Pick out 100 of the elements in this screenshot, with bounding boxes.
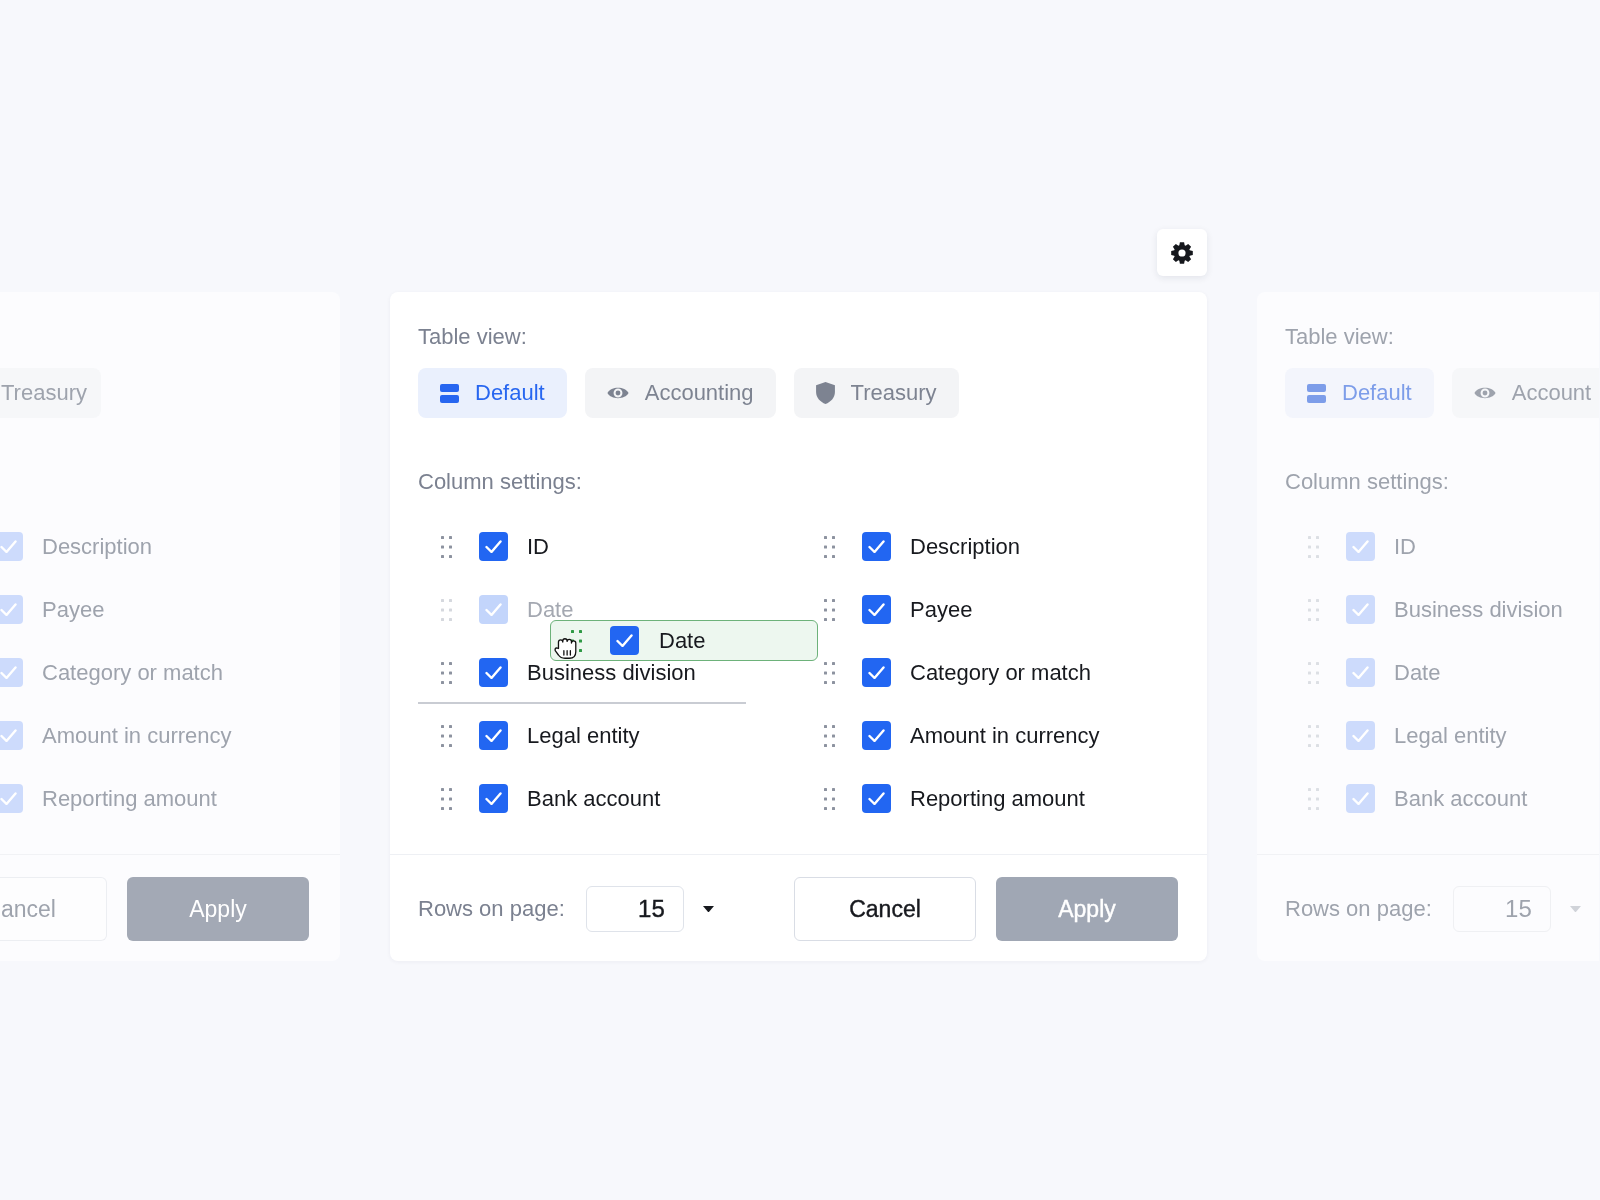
- view-tab[interactable]: Account: [1451, 368, 1599, 418]
- checkmark-icon: [1352, 791, 1369, 806]
- column-label: Reporting amount: [42, 787, 217, 810]
- view-tab[interactable]: Accounting: [584, 368, 776, 418]
- column-checkbox[interactable]: [479, 658, 508, 687]
- checkmark-icon: [868, 602, 885, 617]
- drag-handle-icon[interactable]: [1308, 598, 1319, 621]
- checkmark-icon: [868, 791, 885, 806]
- view-tab[interactable]: Treasury: [0, 368, 101, 418]
- column-label: Bank account: [1394, 787, 1528, 810]
- checkmark-icon: [1352, 602, 1369, 617]
- column-checkbox[interactable]: [0, 721, 23, 750]
- drag-handle-icon[interactable]: [441, 787, 452, 810]
- drag-handle-icon[interactable]: [441, 724, 452, 747]
- checkmark-icon: [485, 539, 502, 554]
- column-label: Amount in currency: [910, 724, 1100, 747]
- column-checkbox[interactable]: [479, 721, 508, 750]
- column-label: Description: [42, 535, 153, 558]
- column-checkbox[interactable]: [479, 784, 508, 813]
- column-label: Date: [659, 629, 706, 652]
- view-tab[interactable]: Default: [1285, 368, 1434, 418]
- drag-handle-icon[interactable]: [824, 724, 835, 747]
- column-label: Payee: [42, 598, 105, 621]
- column-checkbox[interactable]: [1346, 784, 1375, 813]
- column-label: Amount in currency: [42, 724, 232, 747]
- table-view-label: Table view:: [418, 324, 527, 350]
- checkmark-icon: [1352, 539, 1369, 554]
- column-label: Business division: [527, 661, 696, 684]
- column-checkbox[interactable]: [1346, 658, 1375, 687]
- checkmark-icon: [485, 665, 502, 680]
- cancel-button[interactable]: Cancel: [794, 877, 976, 941]
- rows-per-page-field[interactable]: 15: [1452, 886, 1551, 932]
- drag-handle-icon[interactable]: [824, 535, 835, 558]
- column-checkbox[interactable]: [479, 532, 508, 561]
- column-checkbox[interactable]: [862, 721, 891, 750]
- drag-handle-icon[interactable]: [441, 598, 452, 621]
- checkmark-icon: [0, 791, 17, 806]
- eye-icon: [1473, 387, 1496, 399]
- checkmark-icon: [1352, 728, 1369, 743]
- drag-handle-icon[interactable]: [824, 661, 835, 684]
- drag-handle-icon[interactable]: [1308, 724, 1319, 747]
- column-checkbox[interactable]: [1346, 532, 1375, 561]
- checkmark-icon: [485, 728, 502, 743]
- column-label: Legal entity: [527, 724, 640, 747]
- cancel-button[interactable]: ancel: [0, 877, 107, 941]
- checkmark-icon: [0, 602, 17, 617]
- column-checkbox[interactable]: [862, 784, 891, 813]
- drag-handle-icon[interactable]: [824, 598, 835, 621]
- column-label: Date: [527, 598, 574, 621]
- checkmark-icon: [616, 633, 633, 648]
- caret-icon[interactable]: [702, 905, 714, 913]
- checkmark-icon: [485, 602, 502, 617]
- column-label: Payee: [910, 598, 973, 621]
- table-view-label: Table view:: [1285, 324, 1394, 350]
- checkmark-icon: [868, 539, 885, 554]
- rows-per-page-field[interactable]: 15: [585, 886, 684, 932]
- column-checkbox[interactable]: [862, 532, 891, 561]
- drag-handle-icon[interactable]: [1308, 787, 1319, 810]
- checkmark-icon: [868, 728, 885, 743]
- column-settings-label: Column settings:: [1285, 469, 1449, 495]
- column-checkbox[interactable]: [0, 784, 23, 813]
- rows-per-page-label: Rows on page:: [418, 896, 565, 922]
- checkmark-icon: [0, 539, 17, 554]
- drag-handle-icon[interactable]: [441, 661, 452, 684]
- checkmark-icon: [868, 665, 885, 680]
- column-label: Bank account: [527, 787, 661, 810]
- column-label: Reporting amount: [910, 787, 1085, 810]
- checkmark-icon: [0, 728, 17, 743]
- stacked-bars-icon: [440, 383, 459, 403]
- column-checkbox[interactable]: [1346, 595, 1375, 624]
- checkmark-icon: [485, 791, 502, 806]
- column-checkbox[interactable]: [862, 658, 891, 687]
- hand-cursor-icon: [553, 638, 578, 659]
- column-label: ID: [1394, 535, 1416, 558]
- drag-handle-icon[interactable]: [824, 787, 835, 810]
- column-checkbox[interactable]: [0, 532, 23, 561]
- checkmark-icon: [0, 665, 17, 680]
- column-label: Category or match: [910, 661, 1091, 684]
- drag-handle-icon[interactable]: [1308, 661, 1319, 684]
- column-checkbox[interactable]: [862, 595, 891, 624]
- column-checkbox[interactable]: [1346, 721, 1375, 750]
- dragged-column-card[interactable]: Date: [550, 620, 818, 661]
- eye-icon: [606, 387, 629, 399]
- column-checkbox[interactable]: [0, 595, 23, 624]
- column-label: Legal entity: [1394, 724, 1507, 747]
- drag-handle-icon[interactable]: [1308, 535, 1319, 558]
- column-label: Date: [1394, 661, 1441, 684]
- settings-button[interactable]: [1157, 229, 1207, 276]
- view-tab[interactable]: Default: [418, 368, 567, 418]
- column-label: Description: [910, 535, 1021, 558]
- view-tab[interactable]: Treasury: [793, 368, 959, 418]
- column-label: Business division: [1394, 598, 1563, 621]
- column-checkbox[interactable]: [0, 658, 23, 687]
- shield-icon: [815, 382, 835, 404]
- checkmark-icon: [1352, 665, 1369, 680]
- column-checkbox[interactable]: [479, 595, 508, 624]
- column-checkbox[interactable]: [610, 626, 639, 655]
- drag-handle-icon[interactable]: [441, 535, 452, 558]
- settings-icon: [1171, 241, 1193, 264]
- rows-per-page-label: Rows on page:: [1285, 896, 1432, 922]
